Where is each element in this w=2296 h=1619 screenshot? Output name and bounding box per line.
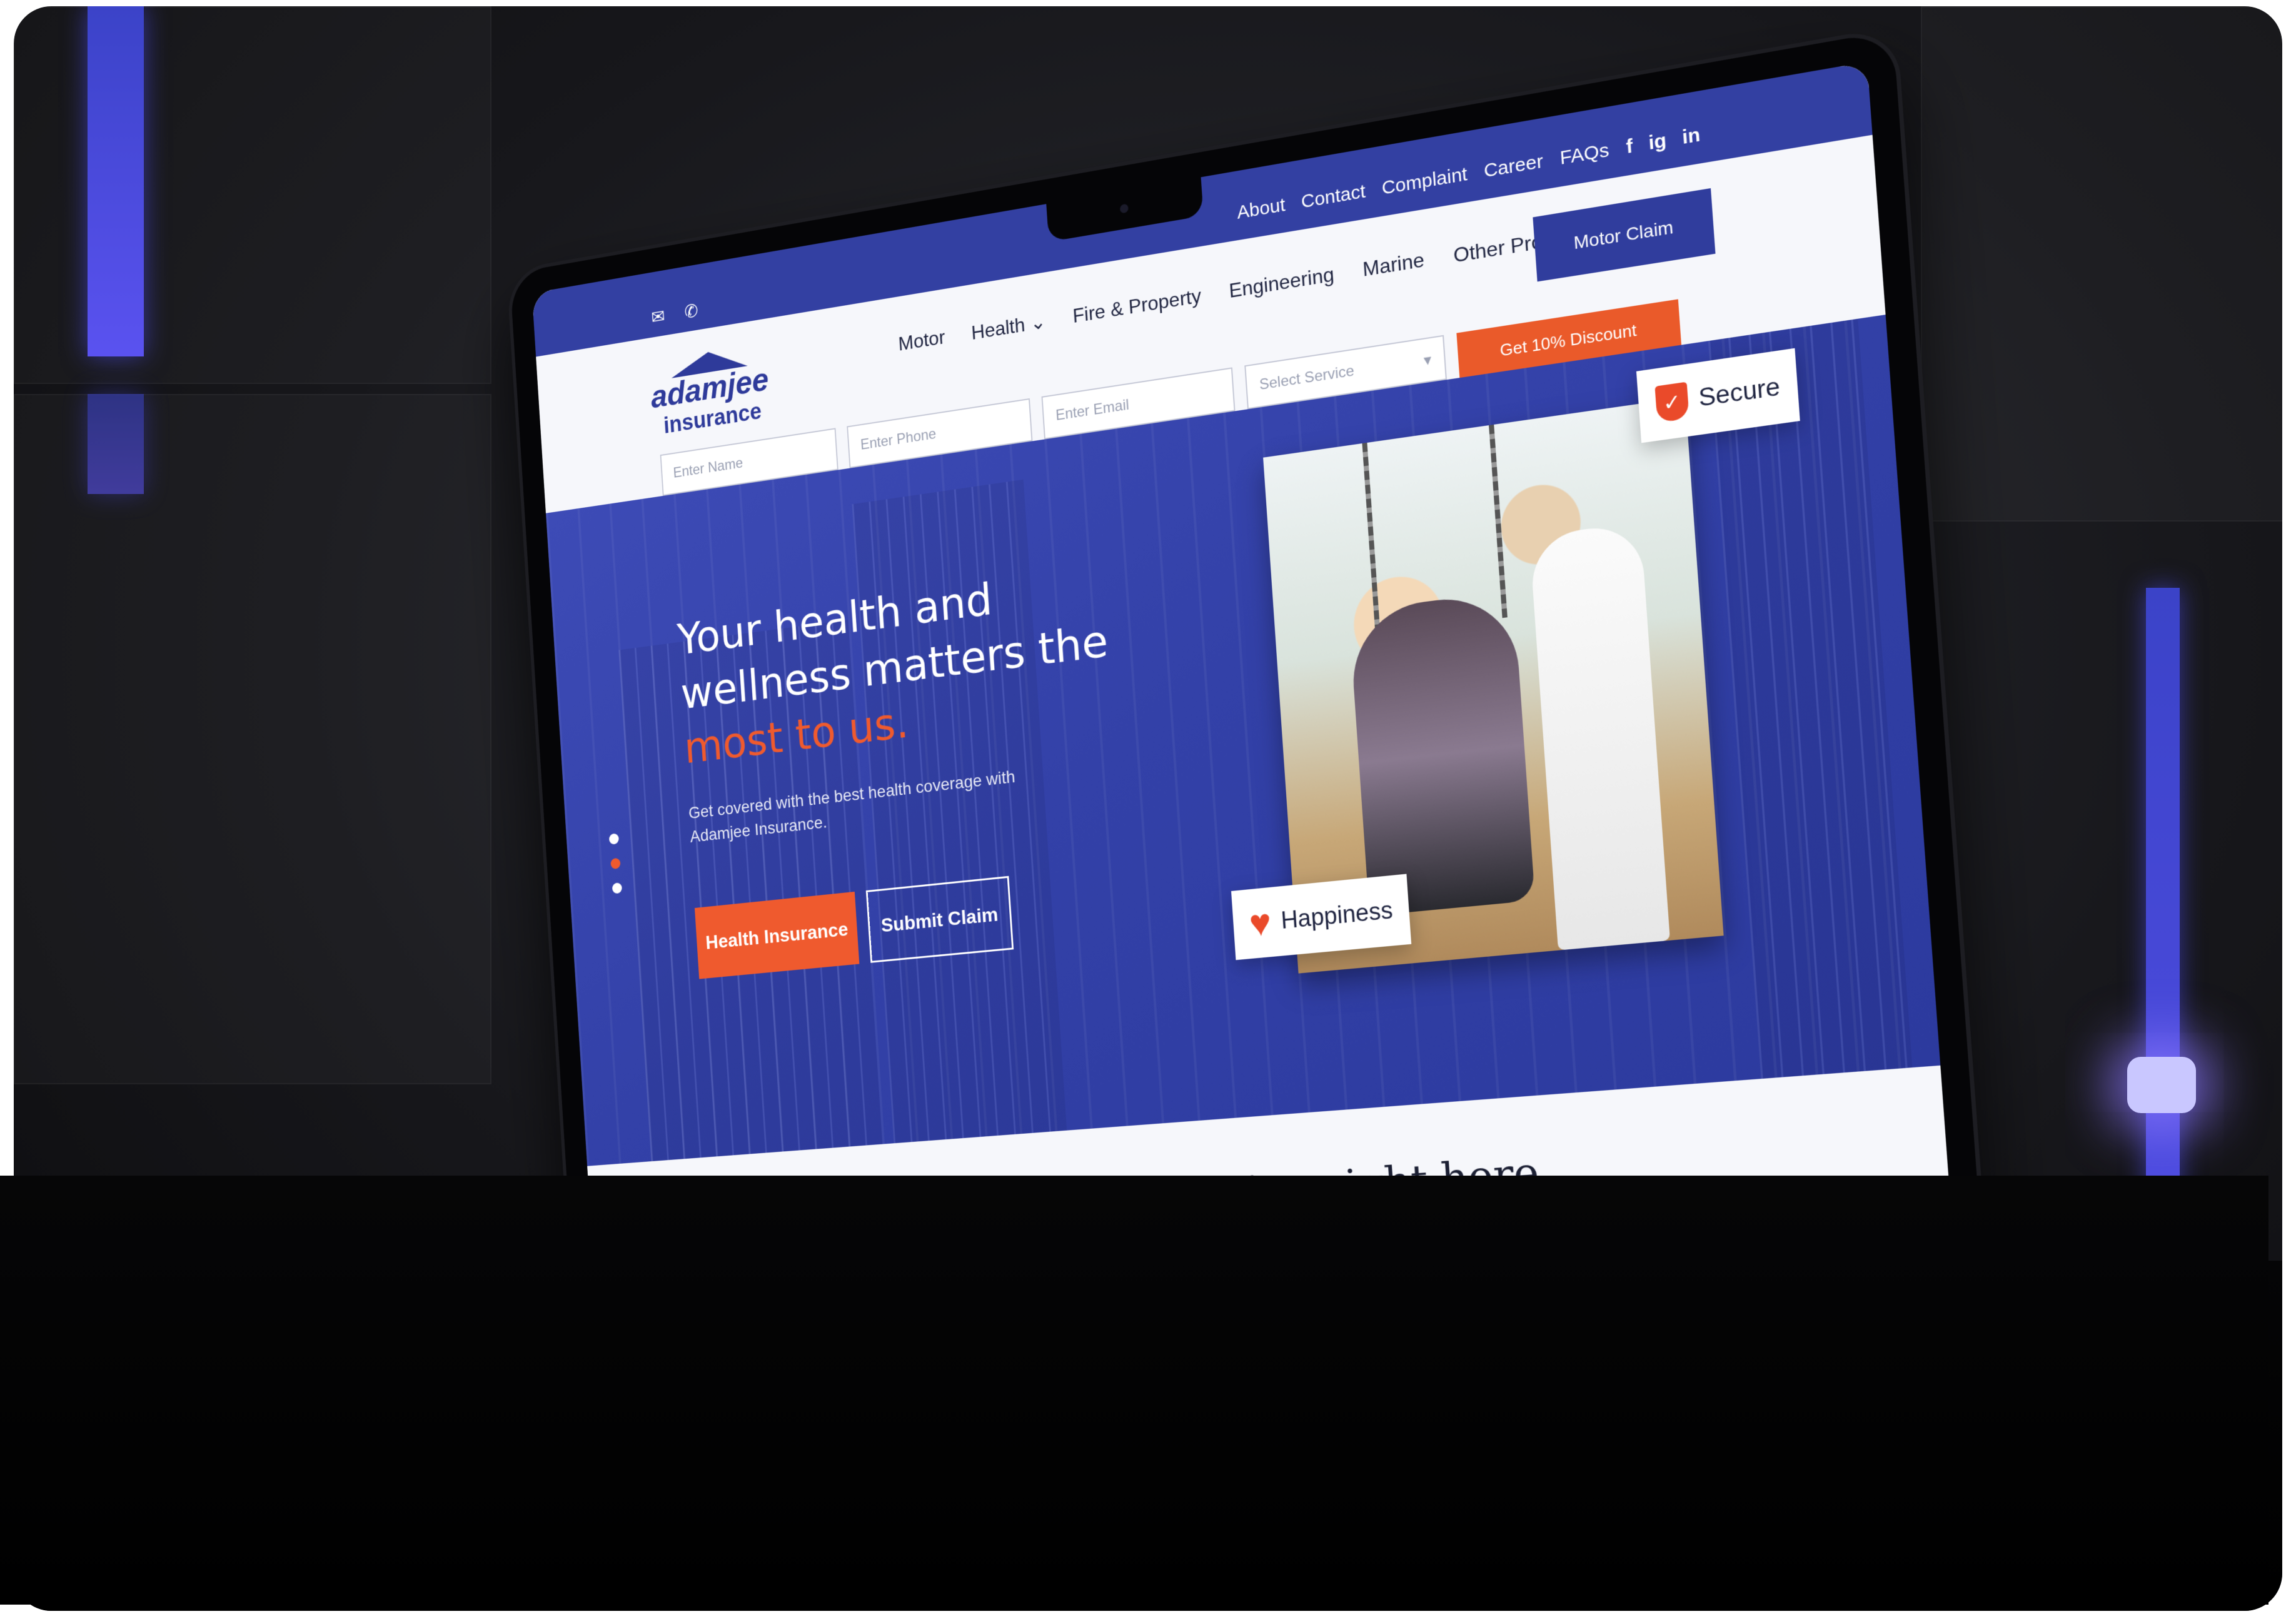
laptop-base-shadow [0, 1176, 2268, 1605]
shield-check-icon: ✓ [1654, 381, 1689, 423]
top-link-complaint[interactable]: Complaint [1381, 163, 1468, 199]
slider-dot[interactable] [612, 882, 623, 894]
email-icon[interactable]: ✉ [651, 306, 666, 328]
slider-dot-active[interactable] [610, 857, 621, 870]
photo-father [1529, 522, 1671, 951]
top-link-faqs[interactable]: FAQs [1559, 139, 1610, 169]
nav-item-fire-property[interactable]: Fire & Property [1072, 284, 1202, 328]
slider-dots [608, 833, 623, 894]
linkedin-icon[interactable]: in [1681, 124, 1701, 149]
service-select-label: Select Service [1259, 362, 1355, 394]
hero-headline: Your health and wellness matters the mos… [676, 543, 1201, 775]
top-link-contact[interactable]: Contact [1301, 181, 1366, 213]
nav-item-health[interactable]: Health ⌄ [970, 310, 1046, 345]
building-graphic [1708, 318, 1913, 1079]
social-links: f ig in [1625, 124, 1701, 158]
logo[interactable]: adamjee insurance [648, 342, 773, 444]
light-bar [88, 394, 144, 494]
light-bar [88, 6, 144, 356]
happiness-badge-label: Happiness [1280, 897, 1394, 934]
nav-item-marine[interactable]: Marine [1362, 248, 1425, 282]
submit-claim-button[interactable]: Submit Claim [865, 875, 1014, 963]
nav-item-motor[interactable]: Motor [898, 326, 946, 356]
nav-item-engineering[interactable]: Engineering [1228, 263, 1335, 303]
caret-down-icon: ▾ [1422, 351, 1432, 370]
light-glow [2127, 1057, 2196, 1113]
contact-icons: ✉ ✆ [651, 298, 714, 329]
secure-badge-label: Secure [1698, 373, 1781, 412]
top-link-career[interactable]: Career [1483, 151, 1544, 183]
heart-icon: ♥ [1247, 900, 1273, 945]
bg-panel [14, 394, 491, 1084]
top-link-about[interactable]: About [1236, 194, 1286, 224]
bg-panel [14, 6, 491, 384]
bg-panel [1921, 6, 2282, 522]
swing-chain [1362, 442, 1381, 634]
instagram-icon[interactable]: ig [1648, 129, 1667, 154]
swing-chain [1489, 424, 1508, 618]
photo-girl [1348, 590, 1536, 916]
motor-claim-button[interactable]: Motor Claim [1533, 188, 1716, 282]
slider-dot[interactable] [608, 833, 620, 845]
phone-icon[interactable]: ✆ [684, 301, 699, 323]
facebook-icon[interactable]: f [1625, 135, 1633, 158]
